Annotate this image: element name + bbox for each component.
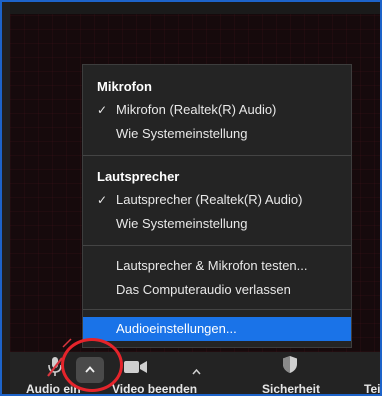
zoom-window: Mikrofon ✓ Mikrofon (Realtek(R) Audio) W… [0, 0, 382, 396]
menu-divider [83, 309, 351, 310]
participants-button[interactable]: Tei [364, 352, 381, 396]
video-button-label: Video beenden [112, 382, 198, 396]
check-icon: ✓ [97, 103, 108, 117]
menu-divider [83, 155, 351, 156]
menu-item-microphone-system[interactable]: Wie Systemeinstellung [83, 123, 351, 145]
menu-item-label: Das Computeraudio verlassen [116, 282, 291, 297]
video-button[interactable]: Video beenden [112, 352, 208, 396]
menu-divider [83, 245, 351, 246]
video-camera-icon [124, 360, 148, 379]
shield-icon [282, 355, 298, 379]
menu-item-leave-computer-audio[interactable]: Das Computeraudio verlassen [83, 279, 351, 301]
security-button[interactable]: Sicherheit [256, 352, 326, 396]
muted-indicator-icon [62, 335, 72, 348]
caret-up-icon[interactable] [192, 362, 201, 380]
menu-item-microphone-realtek[interactable]: ✓ Mikrofon (Realtek(R) Audio) [83, 99, 351, 121]
speaker-section-title: Lautsprecher [97, 169, 180, 184]
menu-item-label: Audioeinstellungen... [116, 321, 237, 336]
security-button-label: Sicherheit [261, 382, 321, 396]
check-icon: ✓ [97, 193, 108, 207]
highlight-annotation-circle [61, 338, 123, 392]
audio-options-menu: Mikrofon ✓ Mikrofon (Realtek(R) Audio) W… [82, 64, 352, 348]
video-side-strip [2, 2, 10, 394]
menu-item-audio-settings[interactable]: Audioeinstellungen... [83, 317, 351, 341]
menu-item-label: Wie Systemeinstellung [116, 216, 248, 231]
menu-item-speaker-realtek[interactable]: ✓ Lautsprecher (Realtek(R) Audio) [83, 189, 351, 211]
menu-item-label: Lautsprecher (Realtek(R) Audio) [116, 192, 303, 207]
menu-item-speaker-system[interactable]: Wie Systemeinstellung [83, 213, 351, 235]
participants-button-label: Tei [364, 382, 381, 396]
menu-item-test-speaker-mic[interactable]: Lautsprecher & Mikrofon testen... [83, 255, 351, 277]
menu-item-label: Mikrofon (Realtek(R) Audio) [116, 102, 277, 117]
menu-item-label: Wie Systemeinstellung [116, 126, 248, 141]
menu-item-label: Lautsprecher & Mikrofon testen... [116, 258, 308, 273]
microphone-section-title: Mikrofon [97, 79, 152, 94]
